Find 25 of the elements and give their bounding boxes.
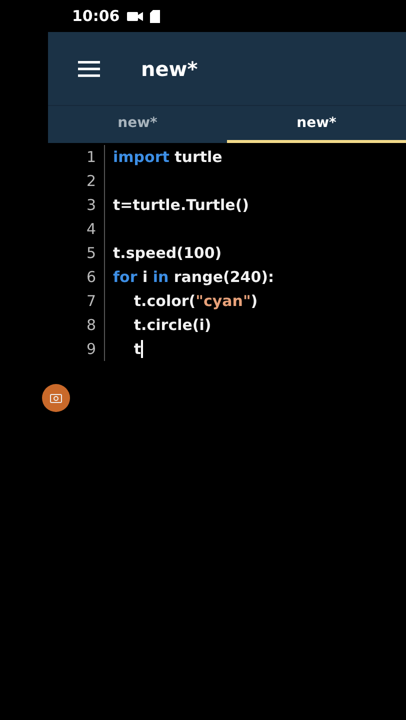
code-line: t=turtle.Turtle() [113,195,250,216]
toolbar-title: new* [141,56,198,80]
code-line: t.color("cyan") [132,291,258,312]
menu-icon[interactable] [78,60,100,76]
line-number: 3 [85,195,96,216]
code-line: t.circle(i) [132,315,212,336]
status-time: 10:06 [72,7,120,25]
camera-icon [50,393,62,403]
line-number: 2 [85,171,96,192]
line-number: 6 [85,267,96,288]
line-number: 8 [85,315,96,336]
code-line: t [132,339,142,360]
code-line: import turtle [113,147,222,168]
tab[interactable]: new* [48,106,227,143]
camera-button[interactable] [42,384,70,412]
tab[interactable]: new* [227,106,406,143]
code-line: t.speed(100) [113,243,222,264]
video-camera-icon [126,10,143,22]
line-number: 7 [85,291,96,312]
line-number: 5 [85,243,96,264]
line-number: 4 [85,219,96,240]
line-number: 1 [85,147,96,168]
code-line: for i in range(240): [113,267,274,288]
sd-card-icon [150,10,160,22]
line-number: 9 [85,339,96,360]
